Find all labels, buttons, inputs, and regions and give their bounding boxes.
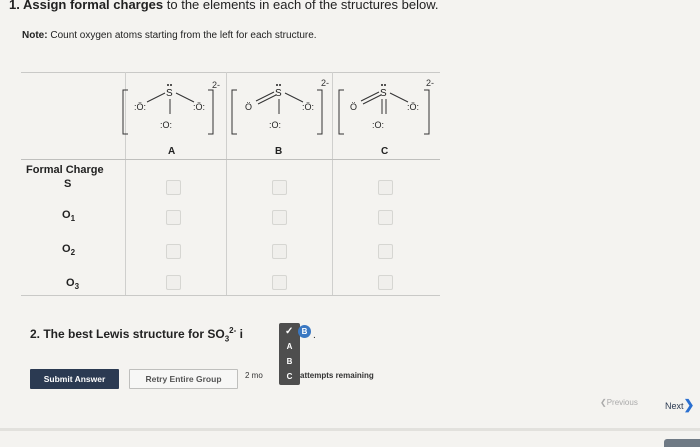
- input-c-o2[interactable]: [378, 244, 393, 259]
- sulfur-atom: S: [275, 88, 282, 99]
- input-a-o2[interactable]: [166, 244, 181, 259]
- question-2-text: 2. The best Lewis structure for SO32- i: [30, 326, 243, 344]
- input-c-o1[interactable]: [378, 210, 393, 225]
- corner-tab: [664, 439, 700, 447]
- selected-answer-badge: B: [298, 325, 311, 338]
- oxygen-1: :Ö:: [134, 102, 146, 112]
- table-header-divider: [21, 159, 440, 160]
- dropdown-option-b[interactable]: B: [279, 357, 300, 366]
- row-label-o2: O2: [62, 243, 76, 258]
- oxygen-2: :O:: [160, 120, 172, 130]
- chevron-left-icon: ❮: [600, 398, 607, 407]
- structure-b: 2- S Ö :O: :Ö:: [229, 76, 339, 142]
- dropdown-option-a[interactable]: A: [279, 342, 300, 351]
- input-b-o2[interactable]: [272, 244, 287, 259]
- question-rest-text: to the elements in each of the structure…: [166, 0, 439, 12]
- input-c-o3[interactable]: [378, 275, 393, 290]
- chevron-right-icon: ❯: [683, 397, 695, 412]
- previous-link[interactable]: ❮Previous: [600, 398, 638, 407]
- charge-label: 2-: [321, 78, 329, 88]
- input-a-o1[interactable]: [166, 210, 181, 225]
- structure-c: 2- S Ö :O: :Ö:: [336, 76, 446, 142]
- input-c-s[interactable]: [378, 180, 393, 195]
- input-b-o3[interactable]: [272, 275, 287, 290]
- oxygen-2: :O:: [269, 120, 281, 130]
- note-body: Count oxygen atoms starting from the lef…: [50, 30, 317, 41]
- row-label-o1: O1: [62, 209, 76, 224]
- oxygen-1: Ö: [350, 102, 357, 112]
- check-icon: ✓: [285, 326, 294, 337]
- oxygen-3: :Ö:: [407, 102, 419, 112]
- sulfur-atom: S: [380, 88, 387, 99]
- oxygen-3: :Ö:: [302, 102, 314, 112]
- row-label-s: S: [64, 178, 72, 190]
- row-label-o3: O3: [66, 277, 80, 292]
- structure-a-label: A: [168, 146, 176, 157]
- input-a-s[interactable]: [166, 180, 181, 195]
- formal-charge-title: Formal Charge: [26, 164, 104, 176]
- structure-a: 2- S :Ö: :O: :Ö:: [120, 76, 230, 142]
- oxygen-2: :O:: [372, 120, 384, 130]
- period: .: [313, 330, 316, 341]
- question-number: 1.: [9, 0, 20, 12]
- sulfur-atom: S: [166, 88, 173, 99]
- oxygen-1: Ö: [245, 102, 252, 112]
- retry-group-button[interactable]: Retry Entire Group: [129, 369, 238, 389]
- dropdown-option-c[interactable]: C: [279, 372, 300, 381]
- attempts-remaining-text: attempts remaining: [300, 371, 374, 380]
- attempts-left-text: 2 mo: [245, 371, 263, 380]
- submit-answer-button[interactable]: Submit Answer: [30, 369, 119, 389]
- structure-c-label: C: [381, 146, 389, 157]
- oxygen-3: :Ö:: [193, 102, 205, 112]
- structure-b-label: B: [275, 146, 283, 157]
- question-1-heading: 1. Assign formal charges to the elements…: [9, 0, 438, 12]
- input-b-s[interactable]: [272, 180, 287, 195]
- charge-label: 2-: [426, 78, 434, 88]
- charge-label: 2-: [212, 80, 220, 90]
- next-link[interactable]: Next❯: [665, 397, 694, 413]
- input-a-o3[interactable]: [166, 275, 181, 290]
- footer-divider: [0, 428, 700, 431]
- best-structure-dropdown[interactable]: ✓ A B C: [279, 323, 300, 385]
- input-b-o1[interactable]: [272, 210, 287, 225]
- question-bold-text: Assign formal charges: [22, 0, 164, 12]
- note-text: Note: Count oxygen atoms starting from t…: [22, 30, 317, 41]
- note-label: Note:: [22, 30, 48, 41]
